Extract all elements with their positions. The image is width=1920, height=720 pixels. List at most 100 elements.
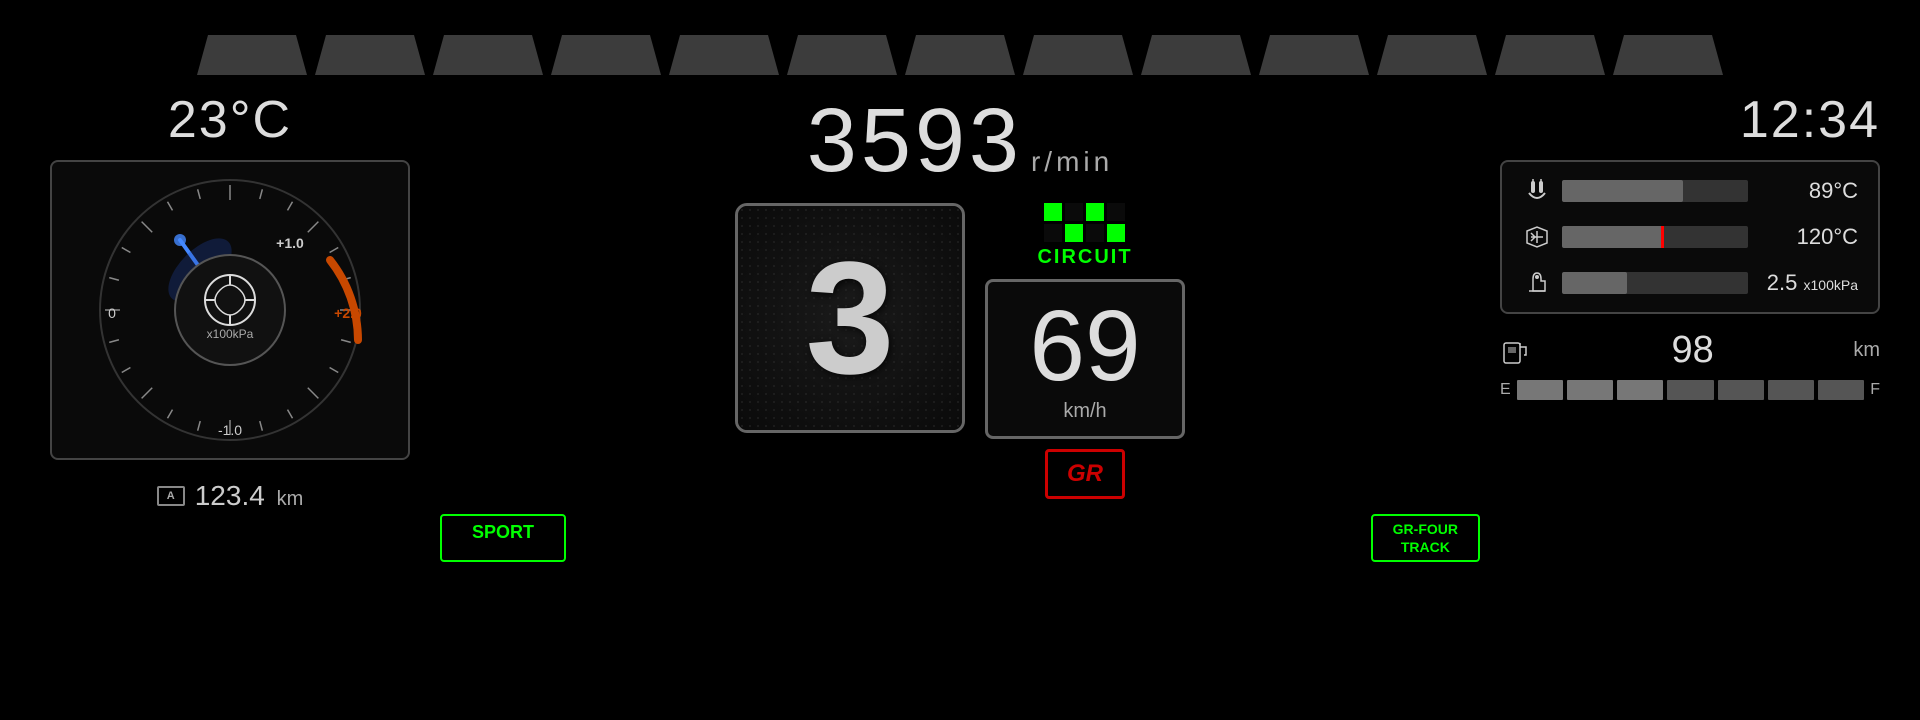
segment-10 [1259,35,1369,75]
intake-svg [1523,223,1551,251]
top-bar [0,0,1920,80]
intake-fill [1562,226,1664,248]
right-panel: 12:34 89 [1500,90,1880,400]
trip-distance-unit: km [277,488,304,510]
oil-svg [1523,269,1551,297]
fuel-seg-4 [1667,380,1713,400]
rpm-display: 3593 r/min [807,90,1113,193]
center-panel: 3593 r/min 3 [440,90,1480,562]
coolant-fill [1562,180,1683,202]
oil-bar [1562,272,1748,294]
rpm-unit: r/min [1031,146,1113,178]
fuel-seg-5 [1718,380,1764,400]
intake-gauge-row: 120°C [1522,223,1858,251]
segment-11 [1377,35,1487,75]
fuel-label-e: E [1500,381,1511,399]
intake-unit: °C [1833,224,1858,249]
rpm-value: 3593 [807,90,1023,193]
fuel-range-unit: km [1853,339,1880,362]
boost-gauge: x100kPa +1.0 0 +2.0 -1.0 [90,170,370,450]
fuel-range-row: 98 km [1500,329,1880,372]
fuel-seg-1 [1517,380,1563,400]
coolant-bar [1562,180,1748,202]
svg-text:+2.0: +2.0 [334,305,362,321]
fuel-seg-3 [1617,380,1663,400]
speed-panel: CIRCUIT 69 km/h GR [985,203,1185,499]
segment-13 [1613,35,1723,75]
fuel-label-f: F [1870,381,1880,399]
segment-12 [1495,35,1605,75]
segment-7 [905,35,1015,75]
speed-box: 69 km/h [985,279,1185,439]
segment-4 [551,35,661,75]
fuel-bar [1517,380,1865,400]
gear-number: 3 [806,238,895,398]
oil-pressure-number: 2.5 [1767,270,1798,295]
boost-gauge-container: x100kPa +1.0 0 +2.0 -1.0 [50,160,410,460]
intake-icon [1522,223,1552,251]
segment-1 [197,35,307,75]
circuit-sq-2 [1065,203,1083,221]
circuit-sq-7 [1086,224,1104,242]
fuel-range-value: 98 [1542,329,1843,372]
outside-temperature: 23°C [168,90,292,150]
segment-9 [1141,35,1251,75]
fuel-bar-row: E F [1500,380,1880,400]
oil-icon [1522,269,1552,297]
fuel-range-number: 98 [1672,329,1714,371]
segment-3 [433,35,543,75]
circuit-sq-5 [1044,224,1062,242]
coolant-gauge-row: 89°C [1522,177,1858,205]
top-segments [197,35,1723,75]
trip-distance: 123.4 km [195,480,304,512]
oil-fill [1562,272,1627,294]
svg-text:+1.0: +1.0 [276,235,304,251]
circuit-sq-4 [1107,203,1125,221]
gear-and-speed: 3 CIRCUIT [735,203,1185,499]
coolant-icon [1522,177,1552,205]
speed-unit: km/h [1063,400,1106,423]
svg-text:0: 0 [108,305,116,321]
coolant-unit: °C [1833,178,1858,203]
svg-text:-1.0: -1.0 [218,422,242,438]
circuit-sq-3 [1086,203,1104,221]
circuit-label: CIRCUIT [1037,246,1132,269]
dashboard: 23°C [0,0,1920,720]
svg-text:x100kPa: x100kPa [207,327,254,341]
circuit-sq-6 [1065,224,1083,242]
fuel-icon-area [1500,337,1532,365]
fuel-seg-6 [1768,380,1814,400]
segment-5 [669,35,779,75]
oil-unit: x100kPa [1804,277,1858,293]
circuit-sq-8 [1107,224,1125,242]
trip-info: A 123.4 km [157,480,304,512]
left-panel: 23°C [40,90,420,512]
trip-distance-value: 123.4 [195,480,265,511]
coolant-value: 89°C [1758,178,1858,204]
circuit-icon [1044,203,1125,242]
gr-four-track-button[interactable]: GR-FOUR TRACK [1371,514,1480,562]
segment-6 [787,35,897,75]
circuit-badge: CIRCUIT [1037,203,1132,269]
coolant-svg [1523,177,1551,205]
drive-mode-buttons: SPORT GR-FOUR TRACK [440,514,1480,562]
intake-temp-number: 120 [1797,224,1834,249]
trip-label-box: A [157,486,185,506]
fuel-seg-2 [1567,380,1613,400]
boost-gauge-svg: x100kPa +1.0 0 +2.0 -1.0 [90,170,370,450]
temp-unit: °C [230,91,292,149]
sport-mode-button[interactable]: SPORT [440,514,566,562]
coolant-temp-number: 89 [1809,178,1833,203]
gr-logo: GR [1045,449,1125,499]
oil-gauge-row: 2.5 x100kPa [1522,269,1858,297]
gear-display: 3 [735,203,965,433]
fuel-section: 98 km E F [1500,329,1880,400]
segment-8 [1023,35,1133,75]
fuel-seg-7 [1818,380,1864,400]
gauges-box: 89°C 120°C [1500,160,1880,314]
temp-value: 23 [168,91,230,149]
circuit-sq-1 [1044,203,1062,221]
speed-value: 69 [1029,296,1140,396]
intake-bar [1562,226,1748,248]
fuel-pump-icon [1500,337,1532,365]
